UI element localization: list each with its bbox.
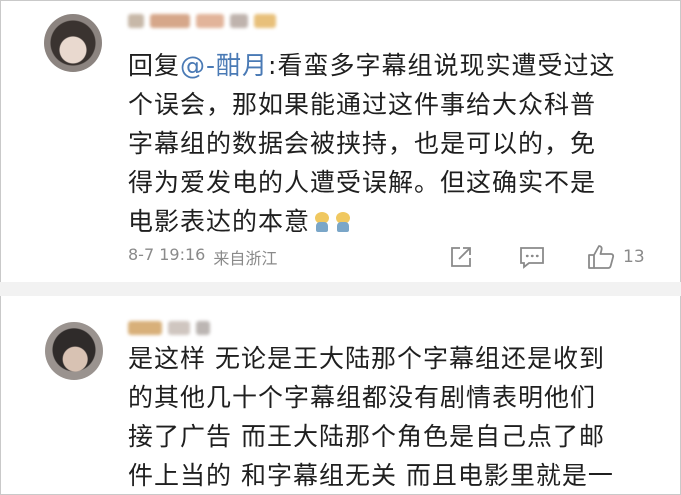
nickname-blurred[interactable] [128, 321, 210, 335]
share-icon [451, 247, 471, 267]
mention-link[interactable]: @-酣月 [180, 51, 268, 80]
comment-text: 回复@-酣月:看蛮多字幕组说现实遭受过这 个误会，那如果能通过这件事给大众科普 … [128, 46, 658, 241]
comment-body: 是这样 无论是王大陆那个字幕组还是收到 的其他几十个字幕组都没有剧情表明他们 接… [128, 344, 614, 490]
thumbs-up-icon [588, 245, 615, 269]
avatar[interactable] [45, 322, 103, 380]
comment-item: 是这样 无论是王大陆那个字幕组还是收到 的其他几十个字幕组都没有剧情表明他们 接… [0, 296, 681, 495]
comment-button[interactable] [519, 245, 545, 269]
comment-date: 8-7 19:16 [128, 245, 206, 264]
sweat-emoji [334, 212, 352, 232]
comment-icon [520, 247, 544, 269]
share-button[interactable] [449, 245, 473, 269]
comment-divider [0, 282, 681, 296]
like-button[interactable]: 13 [587, 244, 645, 270]
nickname-blurred[interactable] [128, 14, 276, 28]
avatar[interactable] [44, 14, 102, 72]
sweat-emoji [313, 212, 331, 232]
comment-meta: 8-7 19:16 来自浙江 [128, 245, 277, 269]
like-count: 13 [623, 247, 645, 267]
reply-prefix: 回复 [128, 51, 181, 80]
comment-location: 来自浙江 [213, 249, 278, 268]
comment-item: 回复@-酣月:看蛮多字幕组说现实遭受过这 个误会，那如果能通过这件事给大众科普 … [0, 0, 681, 282]
